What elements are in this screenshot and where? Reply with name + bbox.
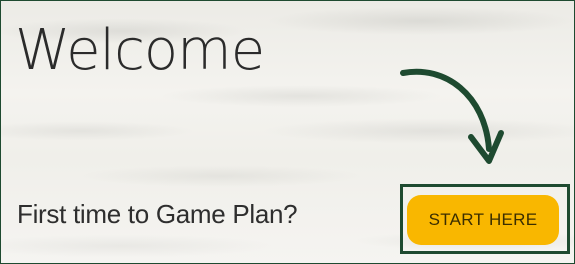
first-time-prompt: First time to Game Plan?	[17, 199, 298, 229]
start-here-button[interactable]: START HERE	[407, 195, 559, 245]
welcome-panel: Welcome First time to Game Plan? START H…	[0, 0, 575, 264]
page-title: Welcome	[15, 18, 265, 83]
curved-arrow-down-icon	[400, 68, 504, 164]
